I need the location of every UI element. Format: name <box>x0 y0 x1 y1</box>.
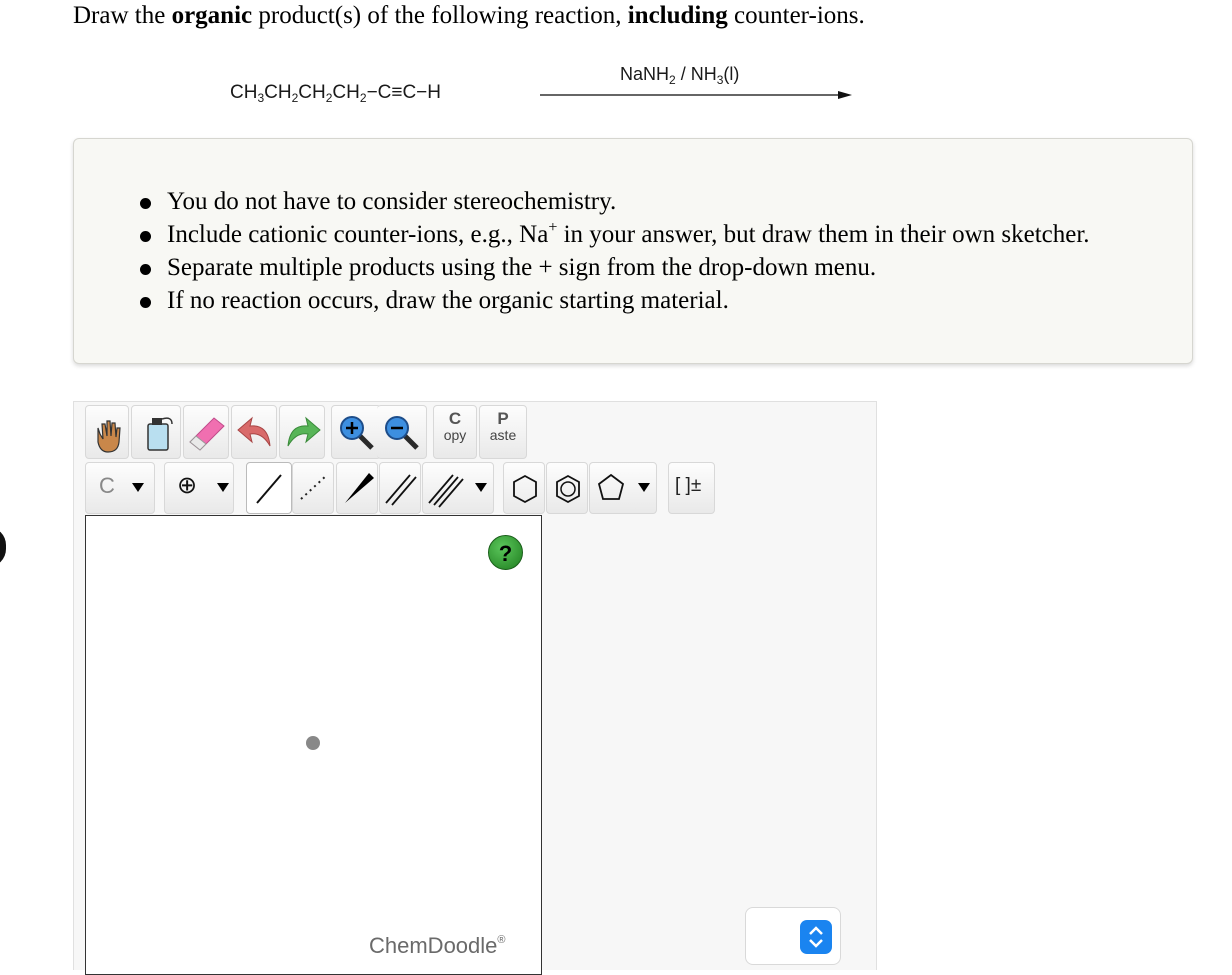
hand-icon <box>97 420 121 453</box>
spinner-icon[interactable] <box>800 920 832 954</box>
instruction-item: If no reaction occurs, draw the organic … <box>140 284 1090 317</box>
instructions-panel: You do not have to consider stereochemis… <box>73 138 1193 364</box>
bracket-icon: [ ]± <box>675 475 702 496</box>
cyclohexane-icon <box>513 474 537 504</box>
erase-all-button[interactable] <box>131 405 181 459</box>
bracket-button[interactable]: [ ]± <box>668 462 715 514</box>
reactant-part: CH <box>332 82 360 103</box>
copy-icon: C <box>448 409 462 428</box>
bullet-icon <box>140 264 151 275</box>
reagent-subscript: 2 <box>669 73 676 87</box>
reagent-part: / NH <box>675 64 717 84</box>
chemdoodle-brand: ChemDoodle® <box>369 933 506 959</box>
resize-spinner[interactable] <box>745 907 841 965</box>
instruction-text: You do not have to consider stereochemis… <box>167 188 617 215</box>
bullet-icon <box>140 231 151 242</box>
bullet-icon <box>140 198 151 209</box>
help-icon[interactable]: ? <box>488 535 523 570</box>
reactant-part: −C≡C−H <box>366 82 442 103</box>
zoom-out-icon <box>385 416 419 450</box>
instruction-item: Separate multiple products using the + s… <box>140 251 1090 284</box>
instruction-superscript: + <box>548 219 558 236</box>
reaction-arrow-icon <box>540 91 852 99</box>
double-bond-button[interactable] <box>379 462 421 514</box>
paste-label: aste <box>489 427 517 443</box>
question-text-1: Draw the <box>73 2 172 29</box>
triple-bond-button[interactable] <box>422 462 494 514</box>
reactant-formula: CH3CH2CH2CH2−C≡C−H <box>230 82 441 104</box>
charge-icon: ⊕ <box>177 472 198 499</box>
instruction-item: You do not have to consider stereochemis… <box>140 185 1090 218</box>
reactant-subscript: 2 <box>359 91 367 105</box>
instruction-text: Include cationic counter-ions, e.g., Na <box>167 221 549 248</box>
benzene-icon <box>556 474 580 504</box>
carbon-atom-icon: C <box>99 473 115 498</box>
zoom-out-button[interactable] <box>377 405 427 459</box>
brand-mark: ® <box>497 934 506 946</box>
single-bond-button[interactable] <box>246 462 292 514</box>
reactant-part: CH <box>230 82 258 103</box>
chevron-down-icon <box>638 483 650 492</box>
instruction-text: Separate multiple products using the + s… <box>167 254 877 281</box>
cyclopentane-button[interactable] <box>589 462 657 514</box>
question-text-2: product(s) of the following reaction, <box>252 2 628 29</box>
chevron-down-icon <box>132 483 144 492</box>
instruction-text: in your answer, but draw them in their o… <box>557 221 1090 248</box>
bullet-icon <box>140 297 151 308</box>
paste-button[interactable]: P aste <box>479 405 527 459</box>
eraser-button[interactable] <box>183 405 229 459</box>
eraser-icon <box>189 417 225 451</box>
paste-icon: P <box>497 409 509 428</box>
erase-all-icon <box>147 417 173 451</box>
dashed-bond-icon <box>300 474 328 500</box>
question-bold-organic: organic <box>171 2 253 29</box>
atom-selector-button[interactable]: C <box>85 462 155 514</box>
reagent-label: NaNH2 / NH3(l) <box>620 64 740 87</box>
reagent-part: (l) <box>723 64 740 84</box>
chevron-down-icon <box>217 483 229 492</box>
question-text-3: counter-ions. <box>727 2 865 29</box>
chevron-down-icon <box>475 483 487 492</box>
brand-text: ChemDoodle <box>369 933 498 958</box>
instruction-text: If no reaction occurs, draw the organic … <box>167 287 729 314</box>
left-edge-control <box>0 527 6 567</box>
wedge-bond-button[interactable] <box>336 462 378 514</box>
reactant-part: CH <box>298 82 326 103</box>
undo-icon <box>237 416 271 447</box>
single-bond-icon <box>256 474 282 504</box>
triple-bond-icon <box>428 474 464 508</box>
reagent-part: NaNH <box>620 64 670 84</box>
double-bond-icon <box>385 474 417 506</box>
reactant-part: CH <box>264 82 292 103</box>
copy-label: opy <box>443 427 467 443</box>
undo-button[interactable] <box>231 405 277 459</box>
copy-button[interactable]: C opy <box>433 405 477 459</box>
hand-tool-button[interactable] <box>85 405 129 459</box>
zoom-in-button[interactable] <box>331 405 381 459</box>
zoom-in-icon <box>340 416 374 450</box>
cursor-dot <box>306 736 320 750</box>
dashed-bond-button[interactable] <box>292 462 334 514</box>
instruction-item: Include cationic counter-ions, e.g., Na+… <box>140 218 1090 251</box>
benzene-button[interactable] <box>546 462 588 514</box>
question-prompt: Draw the organic product(s) of the follo… <box>73 2 865 30</box>
cyclopentane-icon <box>597 473 625 500</box>
wedge-bond-icon <box>345 473 374 503</box>
cyclohexane-button[interactable] <box>503 462 545 514</box>
charge-selector-button[interactable]: ⊕ <box>164 462 234 514</box>
help-label: ? <box>498 541 513 566</box>
redo-button[interactable] <box>279 405 325 459</box>
question-bold-including: including <box>627 2 728 29</box>
redo-icon <box>287 416 321 447</box>
